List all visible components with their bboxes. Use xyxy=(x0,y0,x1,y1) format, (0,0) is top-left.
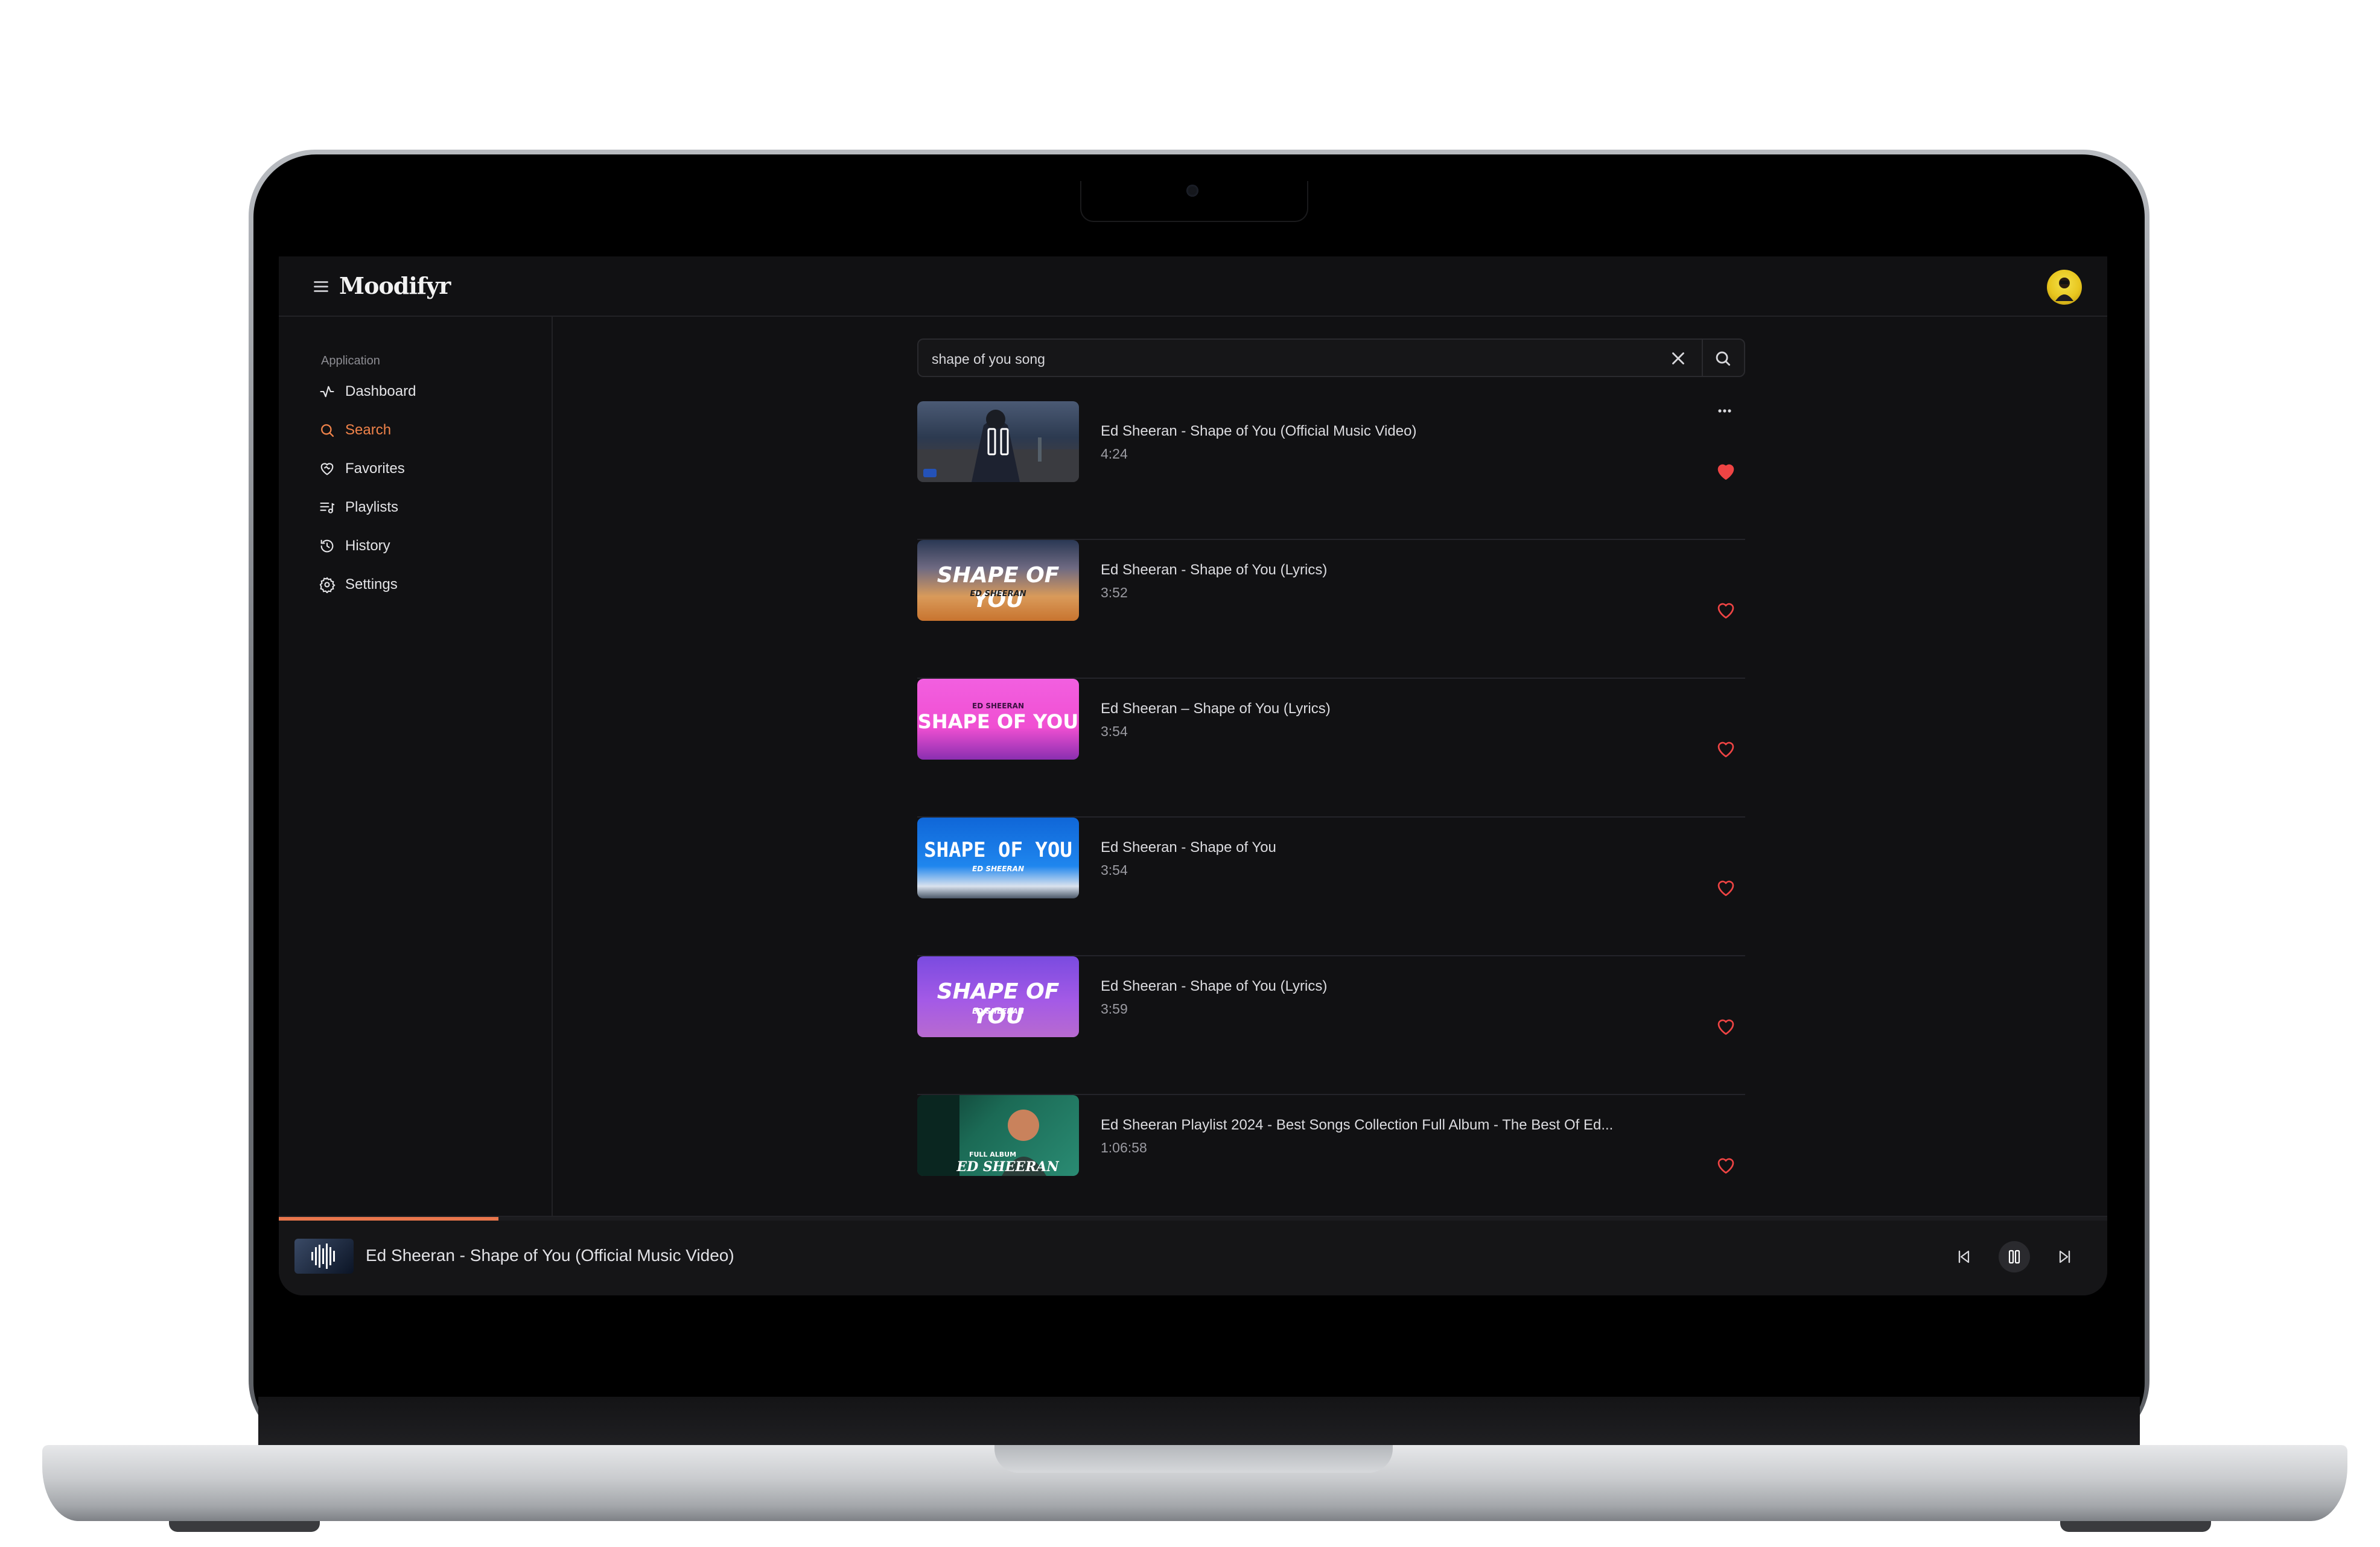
result-thumbnail[interactable]: FULL ALBUM ED SHEERAN xyxy=(917,1095,1079,1176)
now-playing-bar: Ed Sheeran - Shape of You (Official Musi… xyxy=(279,1216,2107,1295)
pause-icon[interactable] xyxy=(1999,1241,2030,1272)
result-thumbnail[interactable]: SHAPE OF YOU ED SHEERAN xyxy=(917,956,1079,1037)
sidebar-item-label: Dashboard xyxy=(345,383,416,399)
thumbnail-subtitle: FULL ALBUM xyxy=(969,1151,1017,1158)
thumbnail-title: SHAPE OF YOU xyxy=(917,710,1079,733)
sidebar-item-label: Settings xyxy=(345,576,398,592)
heart-handshake-icon xyxy=(320,463,334,475)
progress-track[interactable] xyxy=(279,1217,2107,1221)
search-result-item[interactable]: SHAPE OF YOU ED SHEERAN Ed Sheeran - Sha… xyxy=(917,818,1745,956)
laptop-hinge xyxy=(258,1397,2140,1445)
sidebar-item-settings[interactable]: Settings xyxy=(319,571,398,598)
sidebar-item-label: Favorites xyxy=(345,460,405,477)
sidebar-item-label: Playlists xyxy=(345,499,399,515)
result-title[interactable]: Ed Sheeran - Shape of You xyxy=(1101,839,1276,856)
sidebar-item-favorites[interactable]: Favorites xyxy=(319,456,405,482)
search-result-item[interactable]: SHAPE OF YOU ED SHEERAN Ed Sheeran - Sha… xyxy=(917,540,1745,679)
progress-fill xyxy=(279,1217,498,1221)
playlist-icon xyxy=(320,502,335,513)
result-duration: 1:06:58 xyxy=(1101,1140,1147,1155)
result-duration: 3:52 xyxy=(1101,585,1128,600)
thumbnail-subtitle: ED SHEERAN xyxy=(970,589,1026,599)
sidebar-item-search[interactable]: Search xyxy=(319,417,391,443)
now-playing-thumbnail[interactable] xyxy=(294,1239,354,1274)
result-thumbnail[interactable]: SHAPE OF YOU ED SHEERAN xyxy=(917,818,1079,898)
thumbnail-subtitle: ED SHEERAN xyxy=(972,702,1024,710)
search-input[interactable] xyxy=(931,347,1657,371)
history-icon xyxy=(320,539,334,553)
search-divider xyxy=(1702,340,1703,376)
gear-icon xyxy=(319,577,336,593)
sidebar-item-label: Search xyxy=(345,422,392,438)
result-title[interactable]: Ed Sheeran - Shape of You (Lyrics) xyxy=(1101,562,1327,579)
result-thumbnail[interactable] xyxy=(917,401,1079,482)
sidebar-item-dashboard[interactable]: Dashboard xyxy=(319,378,416,405)
camera-icon xyxy=(1186,185,1198,197)
result-thumbnail[interactable]: ED SHEERAN SHAPE OF YOU xyxy=(917,679,1079,760)
sidebar-item-history[interactable]: History xyxy=(319,533,390,559)
heart-icon[interactable] xyxy=(1715,877,1737,898)
search-result-item[interactable]: SHAPE OF YOU ED SHEERAN Ed Sheeran - Sha… xyxy=(917,956,1745,1095)
sidebar-item-label: History xyxy=(345,538,390,554)
thumbnail-title: SHAPE OF YOU xyxy=(937,563,1060,612)
heart-icon[interactable] xyxy=(1715,1154,1737,1176)
thumbnail-title: SHAPE OF YOU xyxy=(937,979,1060,1029)
main-content: Ed Sheeran - Shape of You (Official Musi… xyxy=(553,317,2107,1234)
result-title[interactable]: Ed Sheeran Playlist 2024 - Best Songs Co… xyxy=(1101,1117,1613,1134)
search-icon[interactable] xyxy=(1713,348,1733,369)
more-options-icon[interactable] xyxy=(1713,405,1737,417)
user-avatar[interactable] xyxy=(2047,270,2082,305)
result-title[interactable]: Ed Sheeran – Shape of You (Lyrics) xyxy=(1101,700,1331,717)
app-logo[interactable]: Moodifyr xyxy=(339,272,451,299)
result-title[interactable]: Ed Sheeran - Shape of You (Official Musi… xyxy=(1101,423,1416,440)
search-result-item[interactable]: FULL ALBUM ED SHEERAN Ed Sheeran Playlis… xyxy=(917,1095,1745,1234)
result-duration: 3:59 xyxy=(1101,1001,1128,1017)
thumbnail-subtitle: ED SHEERAN xyxy=(972,865,1024,873)
thumbnail-subtitle: ED SHEERAN xyxy=(972,1007,1024,1015)
search-icon xyxy=(321,424,334,437)
sidebar-group-label: Application xyxy=(321,354,380,367)
hamburger-icon[interactable] xyxy=(310,276,332,297)
skip-forward-icon[interactable] xyxy=(2049,1241,2081,1272)
result-duration: 3:54 xyxy=(1101,723,1128,739)
search-result-item[interactable]: Ed Sheeran - Shape of You (Official Musi… xyxy=(917,401,1745,540)
result-title[interactable]: Ed Sheeran - Shape of You (Lyrics) xyxy=(1101,978,1327,995)
heart-icon[interactable] xyxy=(1715,460,1737,482)
thumbnail-title: ED SHEERAN xyxy=(956,1159,1059,1175)
sidebar: Application Dashboard Search Favorites P… xyxy=(279,317,553,1216)
app-window: Moodifyr Application Dashboard Search Fa… xyxy=(279,256,2107,1295)
skip-back-icon[interactable] xyxy=(1948,1241,1979,1272)
search-bar xyxy=(917,338,1745,377)
search-result-item[interactable]: ED SHEERAN SHAPE OF YOU Ed Sheeran – Sha… xyxy=(917,679,1745,818)
laptop-base-notch xyxy=(994,1445,1393,1473)
pause-icon[interactable] xyxy=(982,425,1014,458)
avatar-figure-icon xyxy=(2055,278,2073,301)
close-icon[interactable] xyxy=(1668,348,1688,369)
laptop-foot-right xyxy=(2060,1521,2211,1532)
heart-icon[interactable] xyxy=(1715,599,1737,621)
result-duration: 3:54 xyxy=(1101,862,1128,878)
heart-icon[interactable] xyxy=(1715,1015,1737,1037)
audio-wave-icon xyxy=(311,1244,335,1269)
thumbnail-title: SHAPE OF YOU xyxy=(924,838,1072,862)
result-duration: 4:24 xyxy=(1101,446,1128,462)
sidebar-item-playlists[interactable]: Playlists xyxy=(319,494,398,521)
heart-icon[interactable] xyxy=(1715,738,1737,760)
laptop-foot-left xyxy=(169,1521,320,1532)
now-playing-title: Ed Sheeran - Shape of You (Official Musi… xyxy=(366,1246,734,1265)
activity-icon xyxy=(320,386,334,398)
result-thumbnail[interactable]: SHAPE OF YOU ED SHEERAN xyxy=(917,540,1079,621)
top-bar: Moodifyr xyxy=(279,256,2107,317)
